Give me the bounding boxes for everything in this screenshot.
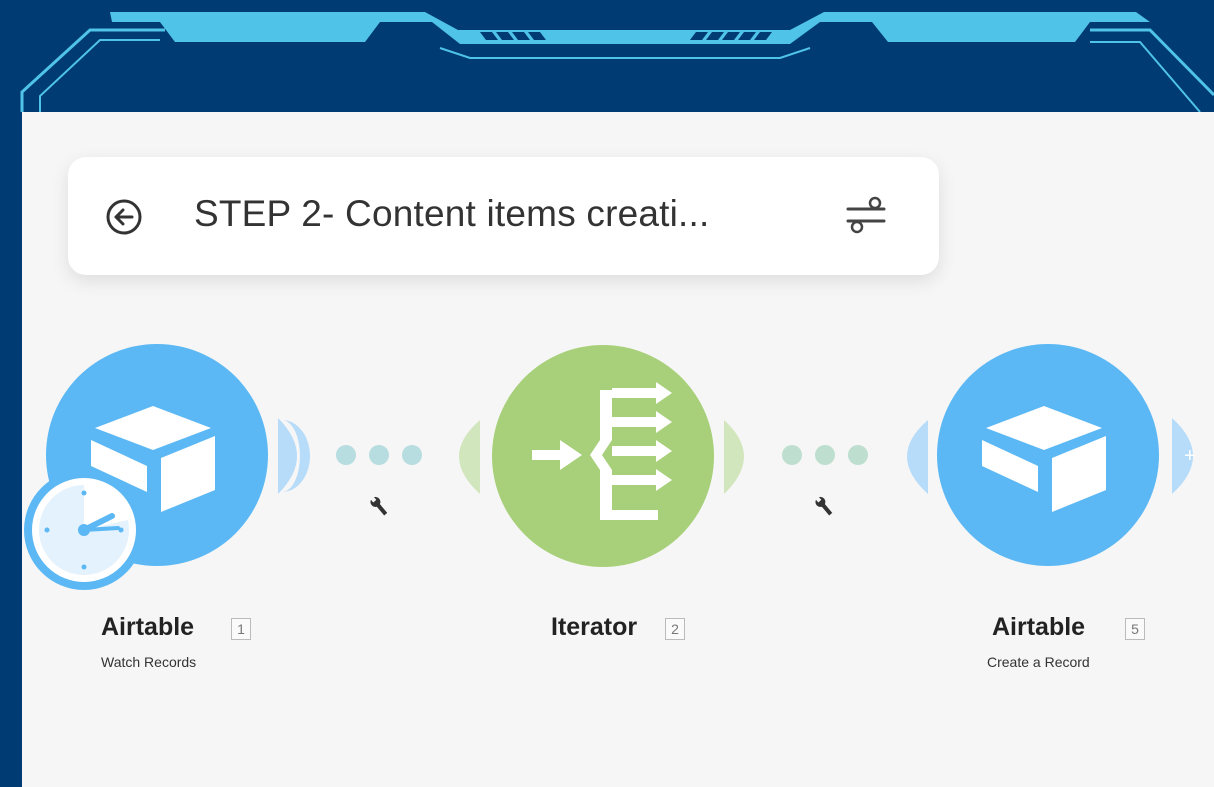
module-1-subtitle: Watch Records <box>101 654 197 670</box>
module-3-name: Airtable <box>992 613 1086 641</box>
module-airtable-watch-records[interactable] <box>46 344 268 566</box>
back-arrow-icon[interactable] <box>104 197 144 237</box>
module-airtable-create-record[interactable] <box>937 344 1159 566</box>
sliders-settings-icon[interactable] <box>844 195 888 235</box>
scenario-title[interactable]: STEP 2- Content items creati... <box>194 193 710 235</box>
module-1-name: Airtable <box>101 613 195 641</box>
module-iterator[interactable] <box>492 345 714 567</box>
module-3-subtitle: Create a Record <box>987 654 1090 670</box>
module-2-name: Iterator <box>551 613 638 641</box>
module-3-id-badge: 5 <box>1125 618 1145 640</box>
module-1-id-badge: 1 <box>231 618 251 640</box>
module-2-id-badge: 2 <box>665 618 685 640</box>
scenario-header-card: STEP 2- Content items creati... <box>68 157 939 275</box>
add-module-button[interactable] <box>1168 418 1208 494</box>
